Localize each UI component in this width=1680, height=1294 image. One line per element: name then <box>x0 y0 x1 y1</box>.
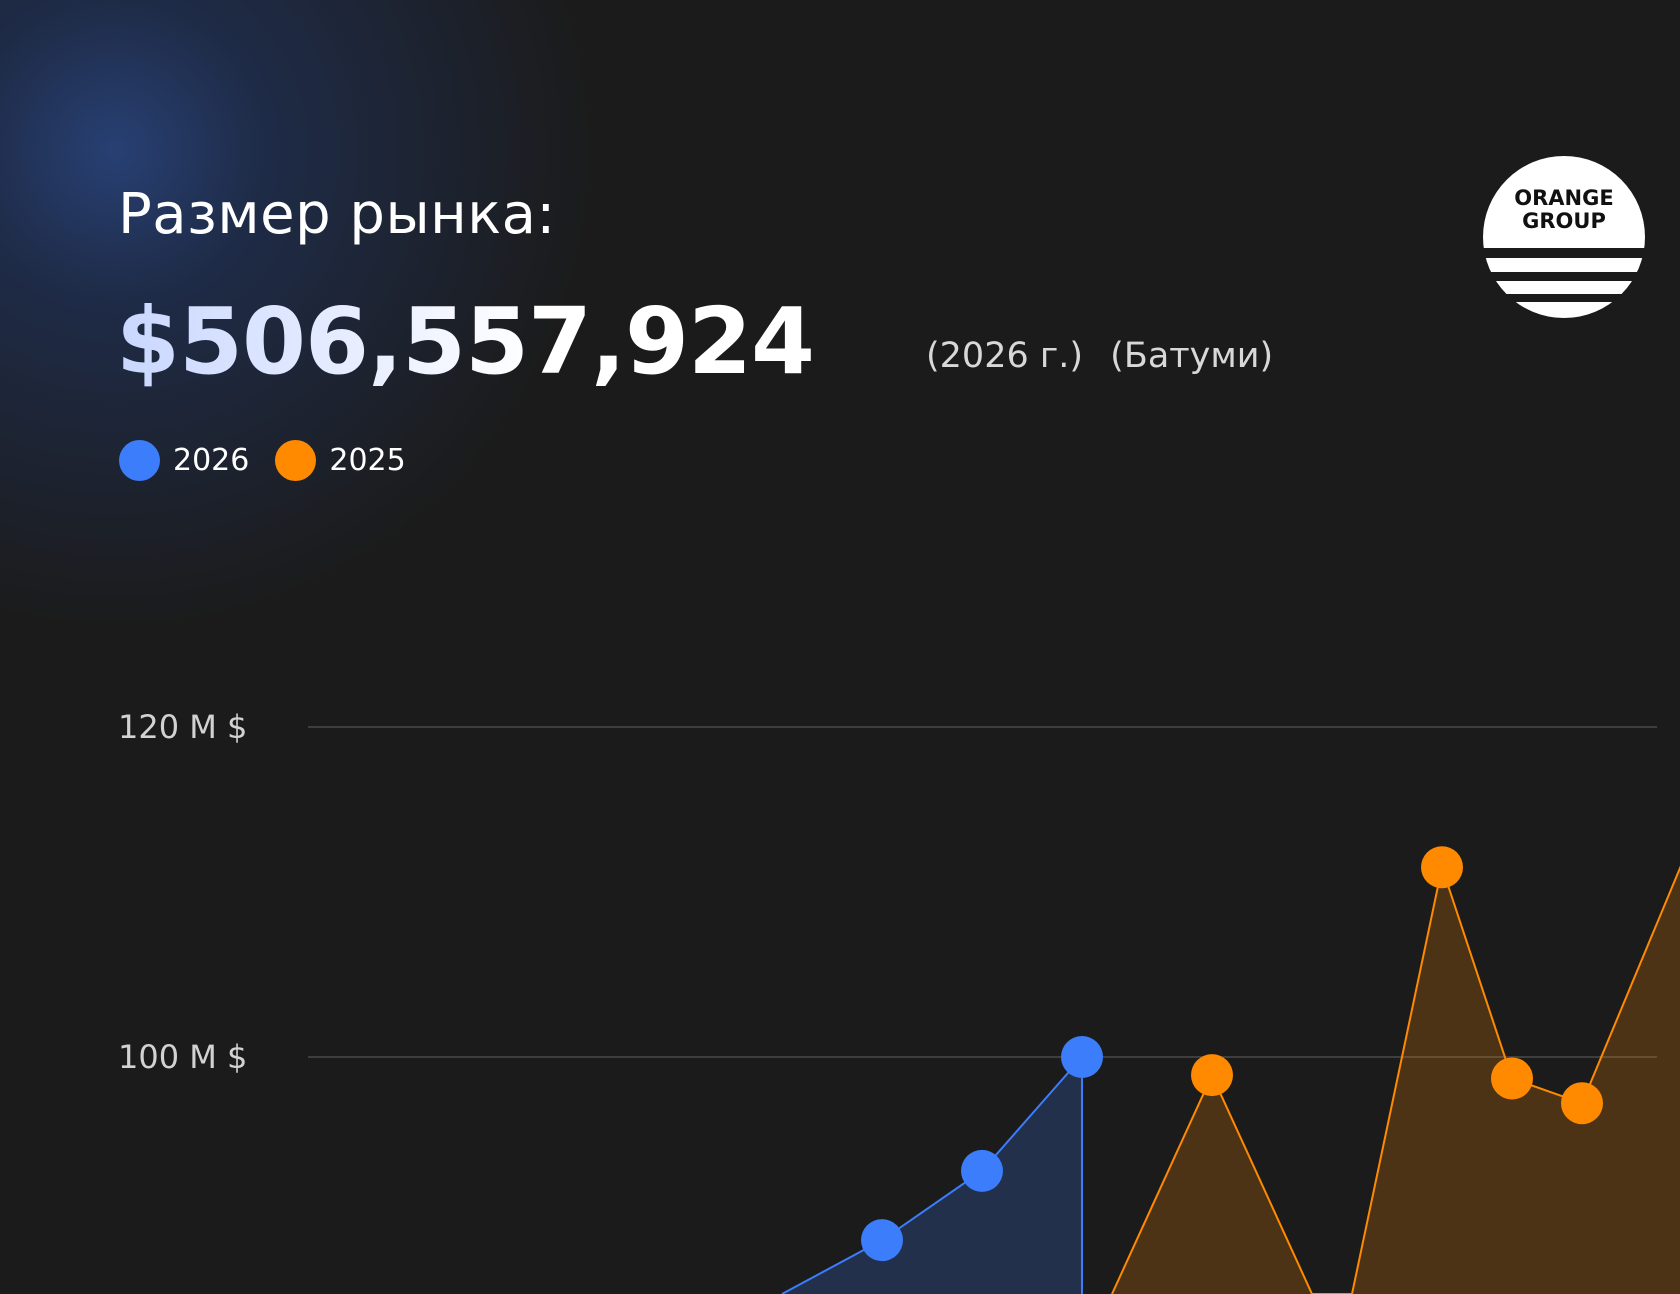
y-tick-label-120: 120 M $ <box>118 708 247 746</box>
area-fill-2026 <box>782 1057 1082 1294</box>
data-point-2025-3 <box>1561 1082 1603 1125</box>
market-size-chart: 120 M $ 100 M $ <box>118 708 1680 1294</box>
data-point-2025-0 <box>1191 1054 1233 1097</box>
data-point-2025-1 <box>1421 846 1463 889</box>
page: Размер рынка: $506,557,924 (2026 г.) (Ба… <box>0 0 1680 1294</box>
data-point-2026-2 <box>1061 1036 1103 1078</box>
data-point-2026-1 <box>961 1149 1003 1192</box>
y-tick-label-100: 100 M $ <box>118 1038 247 1076</box>
area-fill-2025 <box>1112 867 1680 1294</box>
data-point-2026-0 <box>861 1219 903 1262</box>
data-point-2025-2 <box>1491 1057 1533 1100</box>
